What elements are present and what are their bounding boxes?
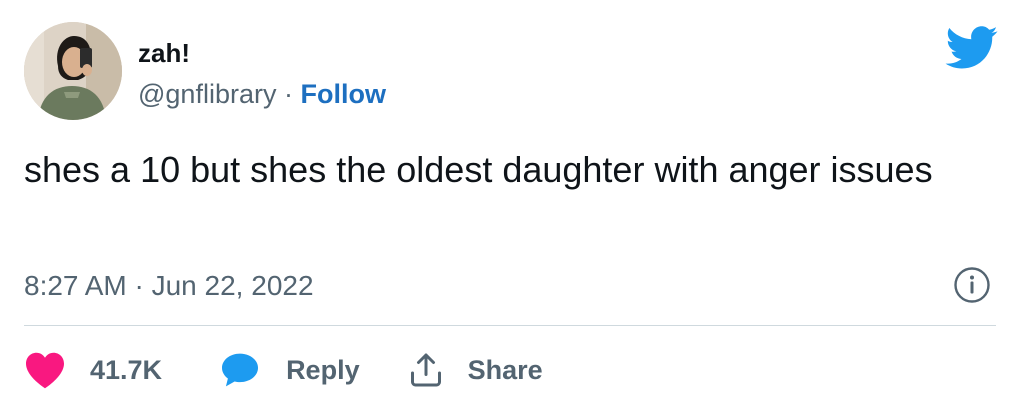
share-upload-icon [410,353,441,387]
avatar[interactable] [24,22,122,120]
like-button[interactable]: 41.7K [24,351,162,389]
separator-dot: · [283,79,293,109]
tweet-text: shes a 10 but shes the oldest daughter w… [24,149,933,190]
author-name[interactable]: zah! [138,38,190,68]
tweet-timestamp[interactable]: 8:27 AM · Jun 22, 2022 [24,270,314,302]
follow-button[interactable]: Follow [301,79,386,109]
avatar-photo [24,22,122,120]
share-button[interactable]: Share [408,351,543,389]
action-bar: 41.7K Reply Share [24,348,543,392]
author-handle[interactable]: @gnflibrary [138,79,276,109]
tweet-card: zah! @gnflibrary · Follow shes a 10 but … [0,0,1024,405]
author-handle-line: @gnflibrary · Follow [138,78,386,110]
info-icon[interactable] [953,266,991,304]
like-count: 41.7K [90,355,163,385]
heart-icon [26,352,64,389]
share-label: Share [467,355,543,385]
divider [24,325,996,326]
reply-button[interactable]: Reply [220,352,360,388]
speech-bubble-icon [222,353,259,387]
reply-label: Reply [286,355,360,385]
twitter-bird-icon[interactable] [944,26,1000,70]
